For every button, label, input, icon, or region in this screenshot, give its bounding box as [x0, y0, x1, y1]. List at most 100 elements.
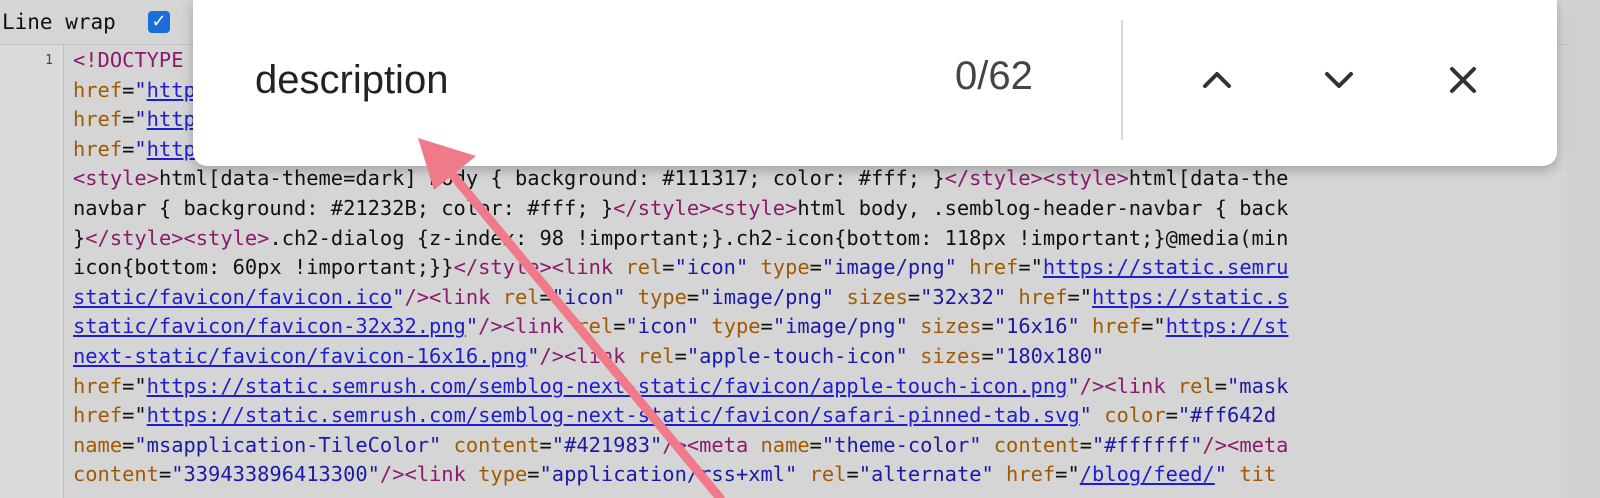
code-token: href	[956, 255, 1019, 280]
code-token: =	[158, 462, 172, 487]
previous-match-button[interactable]	[1187, 50, 1247, 110]
code-token: =	[686, 284, 700, 309]
code-token: type	[478, 462, 528, 487]
code-token: "	[134, 107, 147, 132]
code-token: href	[73, 107, 123, 132]
code-token: =	[760, 314, 773, 339]
code-token: "image/png"	[821, 255, 957, 280]
code-token: =	[981, 314, 994, 339]
code-token: ="	[122, 403, 147, 428]
code-link[interactable]: https://static.semrush.com/semblog-next-…	[147, 374, 1068, 398]
find-bar: 0/62	[193, 0, 1557, 166]
code-token: html[data-theme=dark] body { background:…	[158, 166, 945, 191]
code-line: content="339433896413300"/><link type="a…	[73, 460, 1600, 490]
code-token: =	[907, 284, 921, 309]
code-token: ="	[1141, 314, 1166, 339]
code-token: "	[1214, 462, 1228, 487]
code-link[interactable]: static/favicon/favicon-32x32.png	[73, 314, 466, 338]
code-token: </style><link	[453, 255, 626, 280]
code-token: =	[674, 343, 687, 368]
code-token: sizes	[907, 343, 982, 368]
code-token: =	[122, 136, 135, 161]
code-token: /><meta	[1202, 432, 1289, 457]
code-link[interactable]: https://static.semrush.com/semblog-next-…	[147, 403, 1080, 427]
code-token: "32x32"	[920, 284, 1007, 309]
code-token: }	[73, 225, 86, 250]
code-token: rel	[576, 314, 614, 339]
code-token: =	[122, 432, 135, 457]
code-link[interactable]: next-static/favicon/favicon-16x16.png	[73, 344, 527, 368]
code-link[interactable]: /blog/feed/	[1080, 462, 1215, 486]
code-token: =	[809, 432, 822, 457]
code-token: type	[699, 314, 761, 339]
code-token: .ch2-dialog {z-index: 98 !important;}.ch…	[269, 225, 1289, 250]
code-link[interactable]: https://static.s	[1092, 285, 1288, 309]
code-token: rel	[502, 284, 540, 309]
code-line: next-static/favicon/favicon-16x16.png"/>…	[73, 342, 1600, 372]
code-token: <style>	[73, 166, 159, 191]
code-token: navbar { background: #21232B; color: #ff…	[73, 195, 614, 220]
code-token: "application/rss+xml"	[539, 462, 798, 487]
code-token: name	[760, 432, 810, 457]
code-token: type	[625, 284, 687, 309]
code-token: content	[73, 462, 159, 487]
code-token: </style><style>	[613, 195, 798, 220]
code-token: "	[527, 343, 540, 368]
code-token: href	[73, 373, 123, 398]
close-find-button[interactable]	[1433, 50, 1493, 110]
code-token: /><link	[1079, 373, 1178, 398]
code-token: "theme-color"	[821, 432, 982, 457]
code-token: =	[539, 432, 552, 457]
code-token: rel	[637, 343, 675, 368]
code-token: ="	[1055, 462, 1080, 487]
code-line: href="https://static.semrush.com/semblog…	[73, 401, 1600, 431]
chevron-down-icon	[1325, 72, 1353, 88]
code-token: "mask	[1227, 373, 1289, 398]
code-token: "339433896413300"	[171, 462, 380, 487]
match-count: 0/62	[955, 54, 1033, 98]
code-token: </style><style>	[944, 166, 1129, 191]
code-token: =	[846, 462, 859, 487]
find-input[interactable]	[255, 54, 935, 106]
code-line: name="msapplication-TileColor" content="…	[73, 431, 1600, 461]
code-line: href = "https://static.semrush.com/semblog…	[73, 372, 1600, 402]
line-wrap-checkbox[interactable]: ✓	[148, 11, 170, 33]
code-token: =	[1214, 373, 1228, 398]
code-token: "apple-touch-icon"	[686, 343, 908, 368]
code-token: sizes	[907, 314, 982, 339]
code-token: rel	[797, 462, 847, 487]
next-match-button[interactable]	[1309, 50, 1369, 110]
close-icon	[1450, 67, 1476, 93]
code-token: "image/png"	[699, 284, 835, 309]
code-token: =	[527, 462, 540, 487]
code-token: "icon"	[551, 284, 626, 309]
code-token: ="	[1018, 255, 1043, 280]
code-token: =	[981, 343, 994, 368]
code-token: "	[1079, 403, 1092, 428]
code-link[interactable]: https://st	[1166, 314, 1289, 338]
code-line: static/favicon/favicon-32x32.png"/><link…	[73, 312, 1600, 342]
code-token: "16x16"	[993, 314, 1080, 339]
code-token: html body, .semblog-header-navbar { back	[797, 195, 1289, 220]
code-link[interactable]: https://static.semru	[1043, 255, 1289, 279]
code-token: rel	[625, 255, 663, 280]
code-token: href	[73, 403, 123, 428]
code-token: "	[1067, 373, 1080, 398]
code-token: =	[539, 284, 552, 309]
code-token: </style><style>	[85, 225, 270, 250]
code-token: /><link	[539, 343, 638, 368]
code-line: <style>html[data-theme=dark] body { back…	[73, 164, 1600, 194]
code-token: "	[134, 136, 147, 161]
code-token: =	[1079, 432, 1092, 457]
code-token: /><link	[404, 284, 503, 309]
code-token: "#421983"	[551, 432, 663, 457]
line-number-gutter: 1	[0, 45, 64, 498]
code-token: "	[392, 284, 405, 309]
code-token: color	[1091, 403, 1166, 428]
code-token: "#ff642d	[1177, 403, 1277, 428]
code-link[interactable]: static/favicon/favicon.ico	[73, 285, 392, 309]
code-token: href	[73, 136, 123, 161]
code-line: navbar { background: #21232B; color: #ff…	[73, 194, 1600, 224]
code-token: /><link	[379, 462, 479, 487]
vertical-scrollbar[interactable]	[1567, 0, 1600, 498]
